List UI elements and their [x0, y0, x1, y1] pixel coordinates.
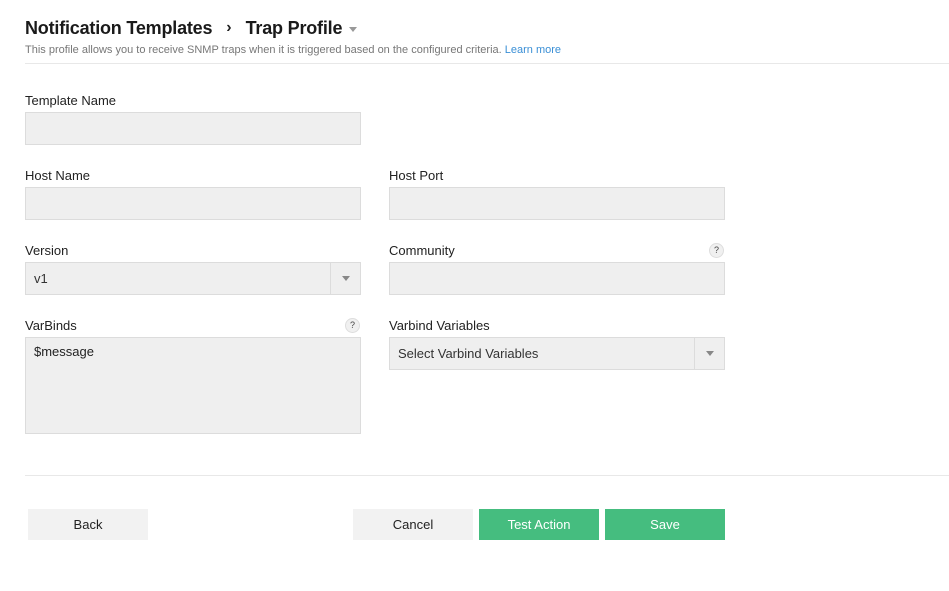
- host-name-input[interactable]: [26, 188, 360, 219]
- page-title: Trap Profile: [245, 17, 343, 38]
- breadcrumb-parent[interactable]: Notification Templates: [25, 18, 212, 39]
- version-selected-value: v1: [34, 271, 48, 286]
- version-label: Version: [25, 243, 69, 258]
- back-button[interactable]: Back: [28, 509, 148, 540]
- learn-more-link[interactable]: Learn more: [505, 44, 561, 56]
- host-port-input-box[interactable]: [389, 187, 725, 220]
- save-button[interactable]: Save: [605, 509, 725, 540]
- host-port-input[interactable]: [390, 188, 724, 219]
- version-dropdown-toggle[interactable]: [330, 263, 360, 294]
- host-name-label: Host Name: [25, 168, 91, 183]
- community-label: Community: [389, 243, 455, 258]
- varbind-variables-placeholder: Select Varbind Variables: [398, 346, 539, 361]
- host-name-field: Host Name: [25, 167, 361, 220]
- chevron-down-icon: [706, 351, 714, 356]
- varbind-variables-select[interactable]: Select Varbind Variables: [389, 337, 725, 370]
- community-input[interactable]: [390, 263, 724, 294]
- varbinds-label: VarBinds: [25, 318, 77, 333]
- varbinds-textarea-box[interactable]: $message: [25, 337, 361, 434]
- header-divider: [25, 63, 949, 64]
- varbinds-textarea[interactable]: $message: [26, 338, 360, 433]
- chevron-down-icon: [342, 276, 350, 281]
- template-name-input-box[interactable]: [25, 112, 361, 145]
- version-field: Version v1: [25, 242, 361, 295]
- varbinds-help-icon[interactable]: ?: [345, 318, 360, 333]
- footer-divider: [25, 475, 949, 476]
- host-name-input-box[interactable]: [25, 187, 361, 220]
- varbind-variables-dropdown-toggle[interactable]: [694, 338, 724, 369]
- version-select[interactable]: v1: [25, 262, 361, 295]
- profile-dropdown-caret-icon[interactable]: [349, 27, 358, 32]
- template-name-label: Template Name: [25, 93, 117, 108]
- host-port-label: Host Port: [389, 168, 444, 183]
- template-name-input[interactable]: [26, 113, 360, 144]
- varbind-variables-label: Varbind Variables: [389, 318, 490, 333]
- test-action-button[interactable]: Test Action: [479, 509, 599, 540]
- varbind-variables-field: Varbind Variables Select Varbind Variabl…: [389, 317, 725, 370]
- page-header: Notification Templates › Trap Profile Th…: [25, 15, 561, 57]
- page-description: This profile allows you to receive SNMP …: [25, 44, 561, 56]
- cancel-button[interactable]: Cancel: [353, 509, 473, 540]
- varbinds-field: VarBinds ? $message: [25, 317, 361, 434]
- community-input-box[interactable]: [389, 262, 725, 295]
- community-help-icon[interactable]: ?: [709, 243, 724, 258]
- breadcrumb-chevron-icon: ›: [226, 19, 232, 36]
- community-field: Community ?: [389, 242, 725, 295]
- host-port-field: Host Port: [389, 167, 725, 220]
- description-text: This profile allows you to receive SNMP …: [25, 44, 502, 56]
- template-name-field: Template Name: [25, 92, 361, 145]
- breadcrumb: Notification Templates › Trap Profile: [25, 15, 561, 41]
